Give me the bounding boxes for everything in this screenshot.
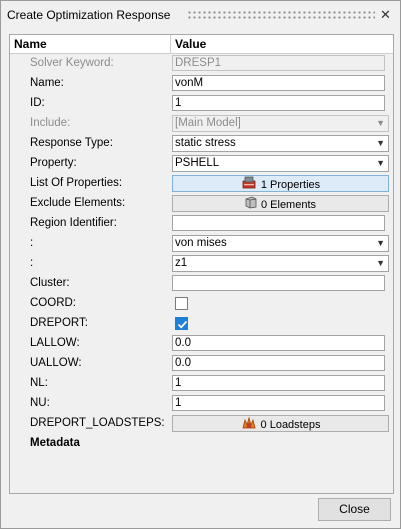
response-type-label: Response Type:: [30, 137, 113, 149]
id-label: ID:: [30, 97, 45, 109]
row-include: Include: [Main Model] ▼: [10, 114, 393, 134]
row-cluster: Cluster:: [10, 274, 393, 294]
row-region-identifier: Region Identifier:: [10, 214, 393, 234]
column-divider[interactable]: [170, 35, 171, 53]
id-field[interactable]: 1: [172, 95, 385, 111]
coord-checkbox[interactable]: [175, 297, 188, 310]
lallow-label: LALLOW:: [30, 337, 80, 349]
row-nl: NL: 1: [10, 374, 393, 394]
properties-icon: [241, 176, 257, 194]
column-header-value: Value: [175, 37, 207, 51]
row-id: ID: 1: [10, 94, 393, 114]
chevron-down-icon: ▼: [376, 238, 385, 248]
stress-component-label: :: [30, 237, 34, 249]
stress-component-select[interactable]: von mises ▼: [172, 235, 389, 252]
lallow-field[interactable]: 0.0: [172, 335, 385, 351]
row-stress-component: : von mises ▼: [10, 234, 393, 254]
uallow-label: UALLOW:: [30, 357, 82, 369]
dreport-loadsteps-value: 0 Loadsteps: [260, 418, 321, 431]
property-select[interactable]: PSHELL ▼: [172, 155, 389, 172]
chevron-down-icon: ▼: [376, 118, 385, 128]
row-name: Name: vonM: [10, 74, 393, 94]
chevron-down-icon: ▼: [376, 158, 385, 168]
close-button[interactable]: Close: [318, 498, 391, 521]
metadata-label: Metadata: [30, 437, 80, 449]
list-of-properties-value: 1 Properties: [260, 178, 321, 191]
drag-grip[interactable]: [187, 10, 375, 20]
row-layer: : z1 ▼: [10, 254, 393, 274]
response-type-select[interactable]: static stress ▼: [172, 135, 389, 152]
row-uallow: UALLOW: 0.0: [10, 354, 393, 374]
cluster-label: Cluster:: [30, 277, 70, 289]
include-select: [Main Model] ▼: [172, 115, 389, 132]
response-type-value: static stress: [175, 137, 236, 149]
dialog-title: Create Optimization Response: [7, 8, 171, 22]
property-value: PSHELL: [175, 157, 220, 169]
exclude-elements-value: 0 Elements: [260, 198, 317, 211]
region-identifier-label: Region Identifier:: [30, 217, 117, 229]
solver-keyword-label: Solver Keyword:: [30, 57, 114, 69]
nl-label: NL:: [30, 377, 48, 389]
row-property: Property: PSHELL ▼: [10, 154, 393, 174]
row-lallow: LALLOW: 0.0: [10, 334, 393, 354]
chevron-down-icon: ▼: [376, 138, 385, 148]
stress-component-value: von mises: [175, 237, 227, 249]
property-table: Name Value Solver Keyword: DRESP1 Name: …: [9, 34, 394, 494]
coord-label: COORD:: [30, 297, 76, 309]
row-solver-keyword: Solver Keyword: DRESP1: [10, 54, 393, 74]
layer-value: z1: [175, 257, 188, 269]
row-metadata: Metadata: [10, 434, 393, 454]
dreport-loadsteps-button[interactable]: 0 Loadsteps: [172, 415, 389, 432]
row-list-of-properties: List Of Properties: 1 Properties: [10, 174, 393, 194]
list-of-properties-label: List Of Properties:: [30, 177, 123, 189]
dreport-label: DREPORT:: [30, 317, 88, 329]
layer-select[interactable]: z1 ▼: [172, 255, 389, 272]
row-nu: NU: 1: [10, 394, 393, 414]
row-coord: COORD:: [10, 294, 393, 314]
property-label: Property:: [30, 157, 77, 169]
name-field[interactable]: vonM: [172, 75, 385, 91]
dreport-checkbox[interactable]: [175, 317, 188, 330]
layer-label: :: [30, 257, 34, 269]
close-icon[interactable]: ✕: [380, 7, 391, 23]
include-label: Include:: [30, 117, 71, 129]
dreport-loadsteps-label: DREPORT_LOADSTEPS:: [30, 417, 165, 429]
region-identifier-field[interactable]: [172, 215, 385, 231]
uallow-field[interactable]: 0.0: [172, 355, 385, 371]
table-header: Name Value: [10, 35, 393, 54]
row-exclude-elements: Exclude Elements: 0 Elements: [10, 194, 393, 214]
row-dreport: DREPORT:: [10, 314, 393, 334]
include-value: [Main Model]: [175, 117, 241, 129]
title-bar[interactable]: Create Optimization Response ✕: [1, 1, 400, 29]
name-label: Name:: [30, 77, 64, 89]
nl-field[interactable]: 1: [172, 375, 385, 391]
column-header-name: Name: [14, 37, 47, 51]
checkmark-icon: [177, 320, 188, 329]
elements-icon: [245, 196, 257, 214]
create-optimization-response-dialog: Create Optimization Response ✕ Name Valu…: [0, 0, 401, 529]
cluster-field[interactable]: [172, 275, 385, 291]
exclude-elements-label: Exclude Elements:: [30, 197, 126, 209]
row-response-type: Response Type: static stress ▼: [10, 134, 393, 154]
exclude-elements-button[interactable]: 0 Elements: [172, 195, 389, 212]
solver-keyword-field: DRESP1: [172, 55, 385, 71]
row-dreport-loadsteps: DREPORT_LOADSTEPS: 0 Loadsteps: [10, 414, 393, 434]
chevron-down-icon: ▼: [376, 258, 385, 268]
loadsteps-icon: [241, 416, 257, 434]
nu-field[interactable]: 1: [172, 395, 385, 411]
list-of-properties-button[interactable]: 1 Properties: [172, 175, 389, 192]
nu-label: NU:: [30, 397, 50, 409]
